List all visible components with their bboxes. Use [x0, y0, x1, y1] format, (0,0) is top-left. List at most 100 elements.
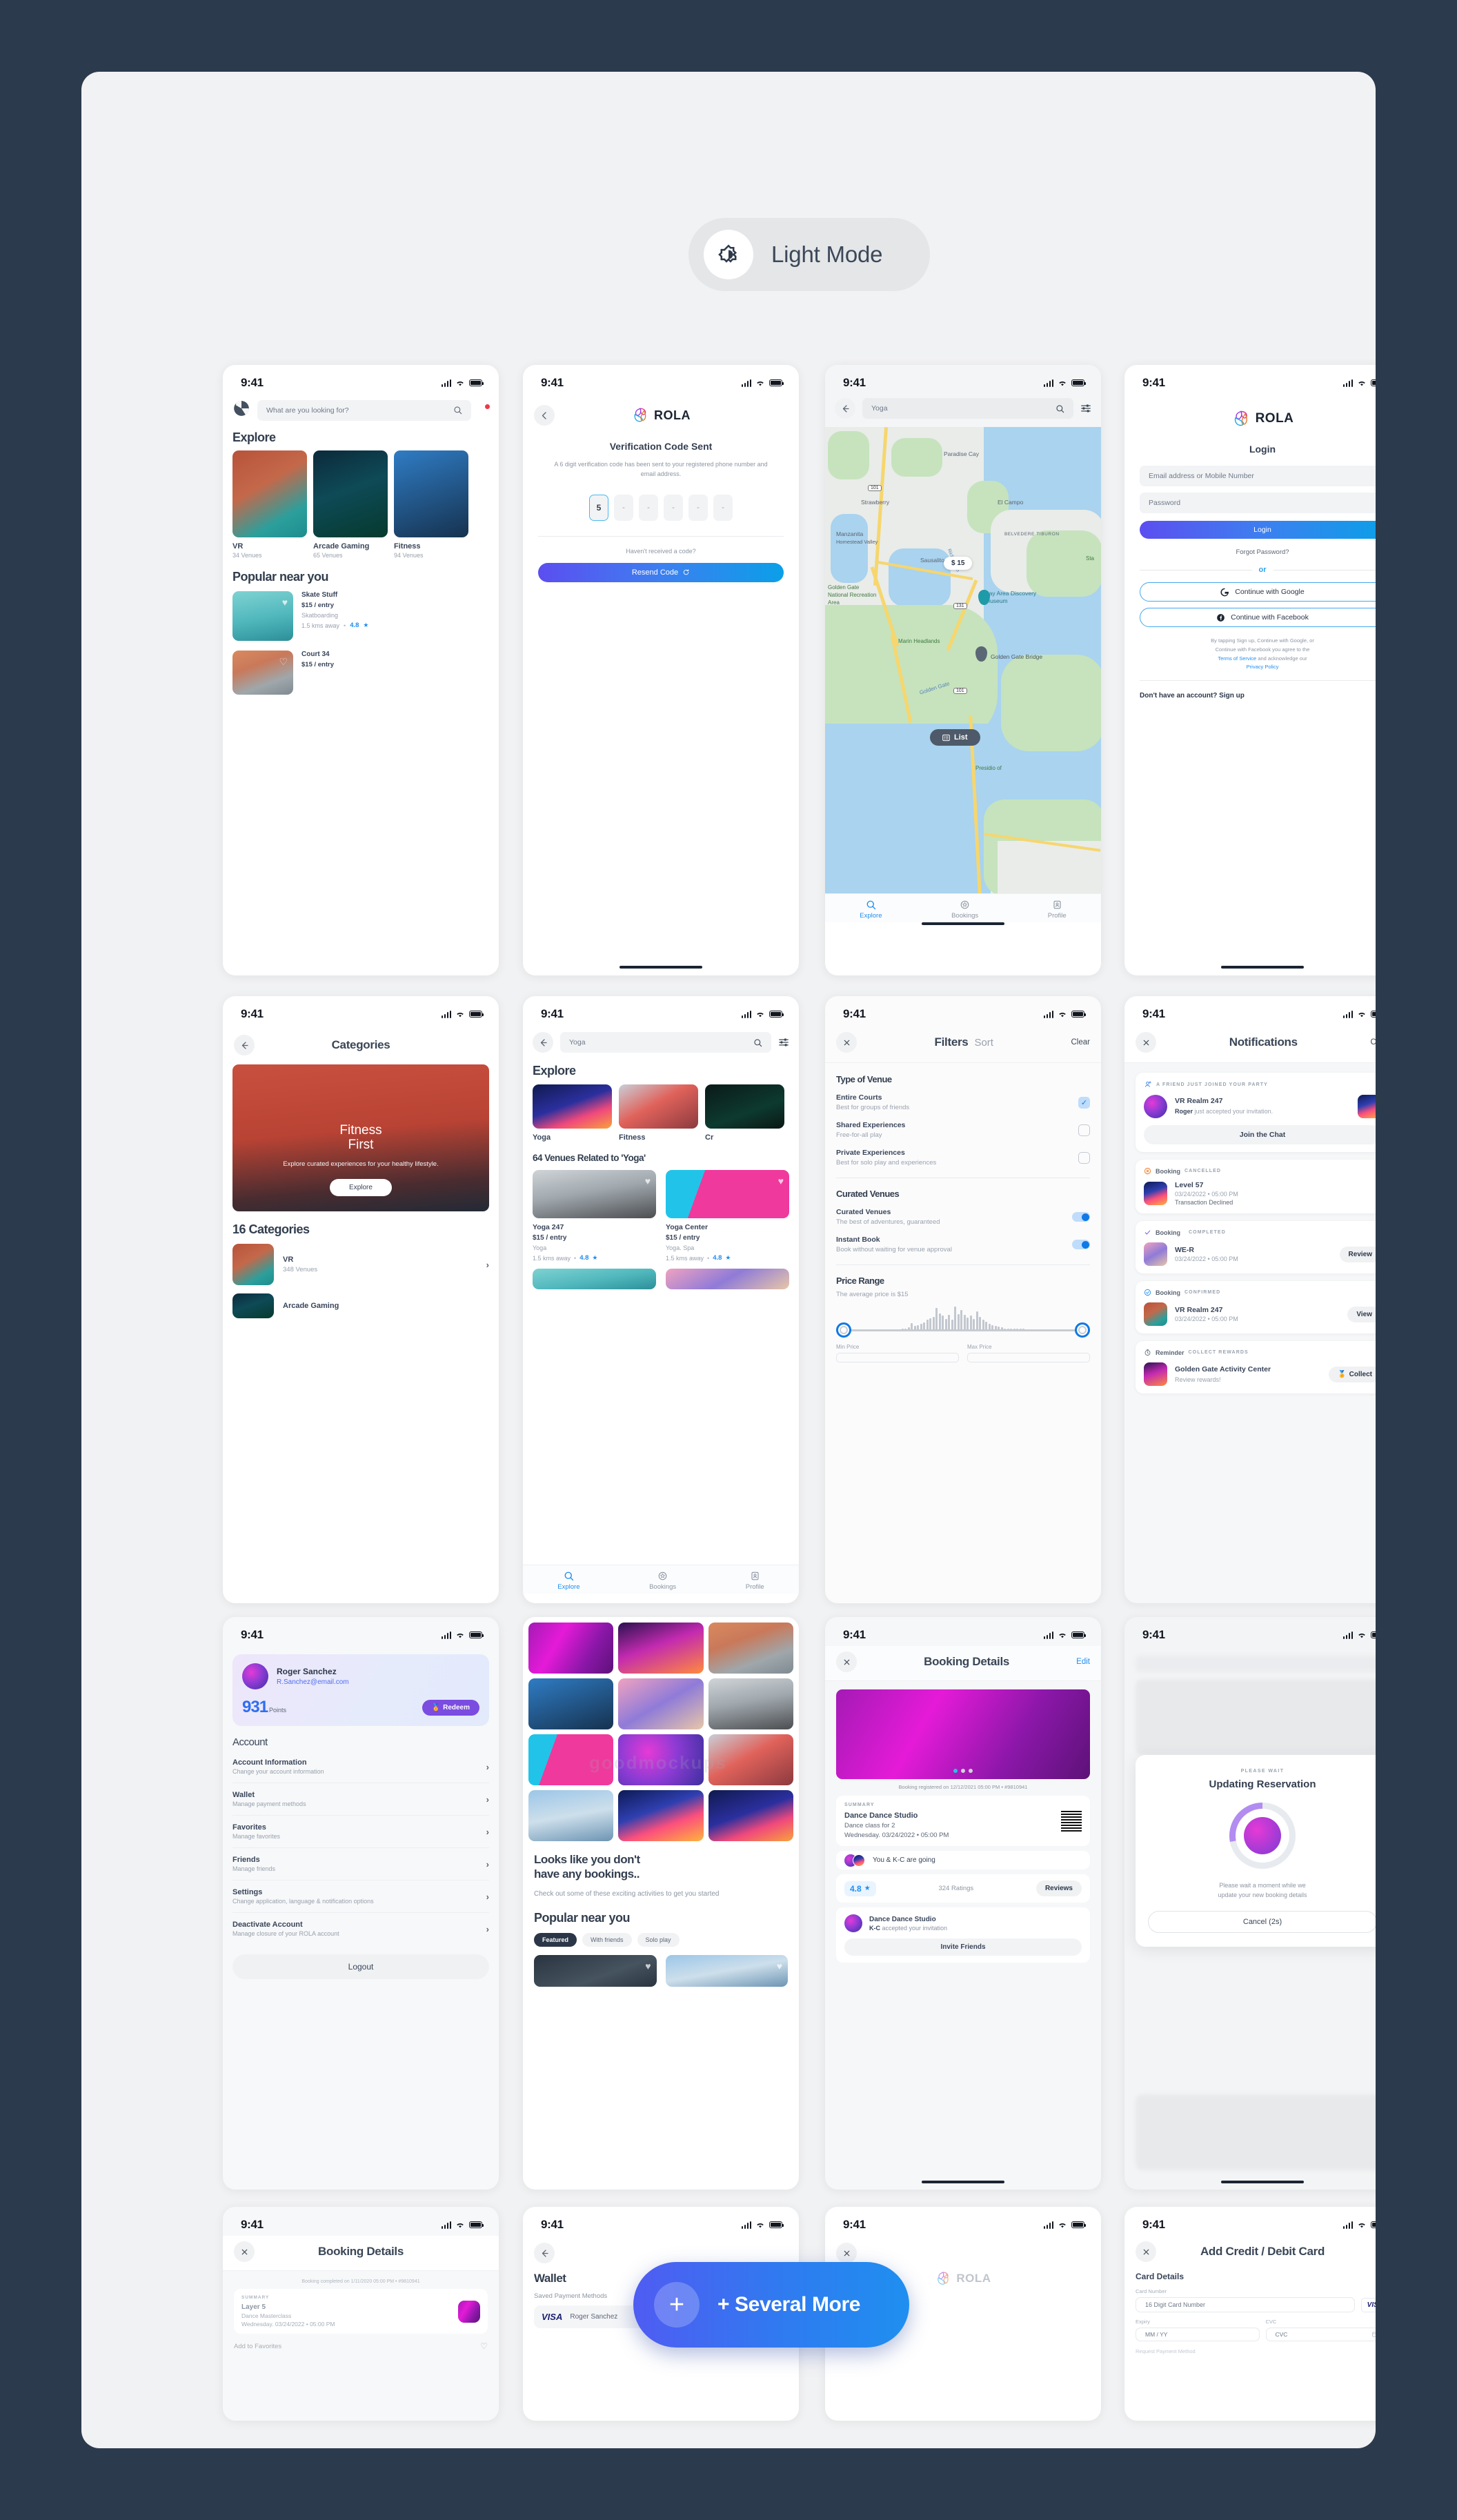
list-toggle-button[interactable]: List: [930, 729, 980, 746]
rola-logo-icon[interactable]: [232, 399, 250, 421]
category-row[interactable]: Arcade Gaming: [223, 1285, 499, 1318]
code-digit-5[interactable]: -: [713, 494, 733, 521]
avatar[interactable]: [242, 1663, 268, 1689]
account-row-settings[interactable]: Settings Change application, language & …: [232, 1881, 489, 1913]
back-button[interactable]: [835, 398, 855, 419]
close-button[interactable]: [1136, 1032, 1156, 1053]
hero-explore-button[interactable]: Explore: [330, 1179, 392, 1196]
favorite-icon[interactable]: ♥: [777, 1961, 782, 1972]
continue-with-facebook-button[interactable]: Continue with Facebook: [1140, 608, 1376, 627]
chip-solo-play[interactable]: Solo play: [637, 1932, 680, 1947]
light-mode-toggle[interactable]: Light Mode: [688, 218, 930, 291]
popular-item[interactable]: ♡ Court 34 $15 / entry: [223, 641, 499, 695]
expiry-input[interactable]: MM / YY: [1136, 2328, 1260, 2341]
search-icon[interactable]: [453, 406, 462, 415]
filter-toggle-instant-book[interactable]: Instant Book Book without waiting for ve…: [836, 1226, 1090, 1253]
several-more-button[interactable]: + + Several More: [633, 2262, 909, 2348]
popular-item[interactable]: ♥ Skate Stuff $15 / entry Skatboarding 1…: [223, 591, 499, 641]
code-input-group[interactable]: 5 - - - - -: [523, 479, 799, 521]
category-card[interactable]: Fitness 94 Venues: [394, 450, 468, 559]
review-button[interactable]: Review: [1339, 1246, 1376, 1262]
category-card[interactable]: Arcade Gaming 65 Venues: [313, 450, 388, 559]
clear-button[interactable]: Clear: [1371, 1038, 1376, 1046]
notification-card-confirmed[interactable]: Booking CONFIRMED VR Realm 247 03/24/202…: [1136, 1281, 1376, 1333]
email-field[interactable]: Email address or Mobile Number: [1140, 466, 1376, 486]
tab-explore[interactable]: Explore: [557, 1571, 580, 1591]
join-chat-button[interactable]: Join the Chat: [1144, 1125, 1376, 1144]
toggle-on[interactable]: [1072, 1212, 1090, 1222]
back-button[interactable]: [534, 405, 555, 426]
favorite-icon[interactable]: ♡: [279, 656, 288, 668]
collect-button[interactable]: 🏅 Collect: [1329, 1366, 1376, 1382]
price-max-handle[interactable]: [1075, 1322, 1090, 1338]
terms-link[interactable]: Terms of Service: [1218, 655, 1256, 662]
login-button[interactable]: Login: [1140, 521, 1376, 539]
tab-profile[interactable]: Profile: [1048, 900, 1067, 920]
code-digit-4[interactable]: -: [688, 494, 708, 521]
account-row-account-information[interactable]: Account Information Change your account …: [232, 1751, 489, 1783]
code-digit-0[interactable]: 5: [589, 494, 608, 521]
signup-row[interactable]: Don't have an account? Sign up ›: [1140, 681, 1376, 701]
account-row-deactivate[interactable]: Deactivate Account Manage closure of you…: [232, 1913, 489, 1945]
chip-carousel[interactable]: Yoga Fitness Cr: [523, 1084, 799, 1142]
tab-profile[interactable]: Profile: [746, 1571, 764, 1591]
price-min-handle[interactable]: [836, 1322, 851, 1338]
checkbox-checked[interactable]: ✓: [1078, 1096, 1090, 1109]
filter-option-entire-courts[interactable]: Entire Courts Best for groups of friends…: [836, 1084, 1090, 1111]
back-button[interactable]: [534, 2243, 555, 2263]
favorite-icon[interactable]: ♥: [282, 597, 288, 608]
max-price-input[interactable]: [967, 1353, 1090, 1362]
category-row[interactable]: VR 348 Venues ›: [223, 1244, 499, 1285]
filter-option-shared-experiences[interactable]: Shared Experiences Free-for-all play: [836, 1111, 1090, 1139]
tab-explore[interactable]: Explore: [860, 900, 882, 920]
close-button[interactable]: [836, 2243, 857, 2263]
carousel-dots[interactable]: [953, 1769, 973, 1773]
card-number-input[interactable]: 16 Digit Card Number: [1136, 2297, 1355, 2312]
explore-chip[interactable]: Yoga: [533, 1084, 612, 1142]
attendees-row[interactable]: You & K-C are going: [836, 1851, 1090, 1869]
favorite-icon[interactable]: ♥: [645, 1175, 651, 1187]
search-input[interactable]: What are you looking for?: [257, 399, 471, 421]
tab-bookings[interactable]: Bookings: [951, 900, 978, 920]
cancel-button[interactable]: Cancel (2s): [1148, 1911, 1376, 1933]
redeem-button[interactable]: 🏅 Redeem: [422, 1699, 479, 1716]
checkbox-unchecked[interactable]: [1078, 1124, 1090, 1136]
toggle-on[interactable]: [1072, 1240, 1090, 1249]
filter-option-private-experiences[interactable]: Private Experiences Best for solo play a…: [836, 1139, 1090, 1167]
code-digit-3[interactable]: -: [664, 494, 683, 521]
search-input[interactable]: Yoga: [560, 1032, 771, 1053]
chip-featured[interactable]: Featured: [534, 1932, 577, 1947]
back-button[interactable]: [533, 1032, 553, 1053]
tab-bookings[interactable]: Bookings: [649, 1571, 676, 1591]
qr-code[interactable]: [1061, 1810, 1082, 1832]
password-field[interactable]: Password: [1140, 493, 1376, 513]
account-row-wallet[interactable]: Wallet Manage payment methods ›: [232, 1783, 489, 1816]
code-digit-1[interactable]: -: [614, 494, 633, 521]
close-button[interactable]: [1136, 2241, 1156, 2262]
hero-card[interactable]: Fitness First Explore curated experience…: [232, 1064, 489, 1211]
booking-hero-image[interactable]: [836, 1689, 1090, 1779]
sort-tab[interactable]: Sort: [974, 1037, 993, 1049]
account-row-favorites[interactable]: Favorites Manage favorites ›: [232, 1816, 489, 1848]
heart-icon[interactable]: ♡: [480, 2341, 488, 2351]
category-card[interactable]: VR 34 Venues: [232, 450, 307, 559]
notification-card-friend-joined[interactable]: A FRIEND JUST JOINED YOUR PARTY VR Realm…: [1136, 1073, 1376, 1152]
result-card[interactable]: ♥ Yoga 247 $15 / entry Yoga 1.5 kms away…: [533, 1170, 656, 1262]
close-button[interactable]: [234, 2241, 255, 2262]
notification-card-cancelled[interactable]: Booking CANCELLED Level 57 03/24/2022 • …: [1136, 1160, 1376, 1213]
result-card[interactable]: ♥ Yoga Center $15 / entry Yoga. Spa 1.5 …: [666, 1170, 789, 1262]
notification-card-completed[interactable]: Booking COMPLETED WE-R 03/24/2022 • 05:0…: [1136, 1221, 1376, 1273]
search-icon[interactable]: [1055, 404, 1064, 413]
map-search-input[interactable]: Yoga: [862, 398, 1073, 419]
checkbox-unchecked[interactable]: [1078, 1151, 1090, 1164]
filter-toggle-curated-venues[interactable]: Curated Venues The best of adventures, g…: [836, 1199, 1090, 1226]
notifications-bell[interactable]: [478, 404, 490, 416]
explore-chip[interactable]: Fitness: [619, 1084, 698, 1142]
code-digit-2[interactable]: -: [639, 494, 658, 521]
reviews-button[interactable]: Reviews: [1035, 1881, 1082, 1896]
explore-chip[interactable]: Cr: [705, 1084, 784, 1142]
notification-card-reminder[interactable]: Reminder COLLECT REWARDS Golden Gate Act…: [1136, 1341, 1376, 1393]
forgot-password-link[interactable]: Forgot Password?: [1140, 539, 1376, 556]
filter-icon[interactable]: [1080, 404, 1091, 413]
category-carousel[interactable]: VR 34 Venues Arcade Gaming 65 Venues Fit…: [223, 450, 499, 559]
